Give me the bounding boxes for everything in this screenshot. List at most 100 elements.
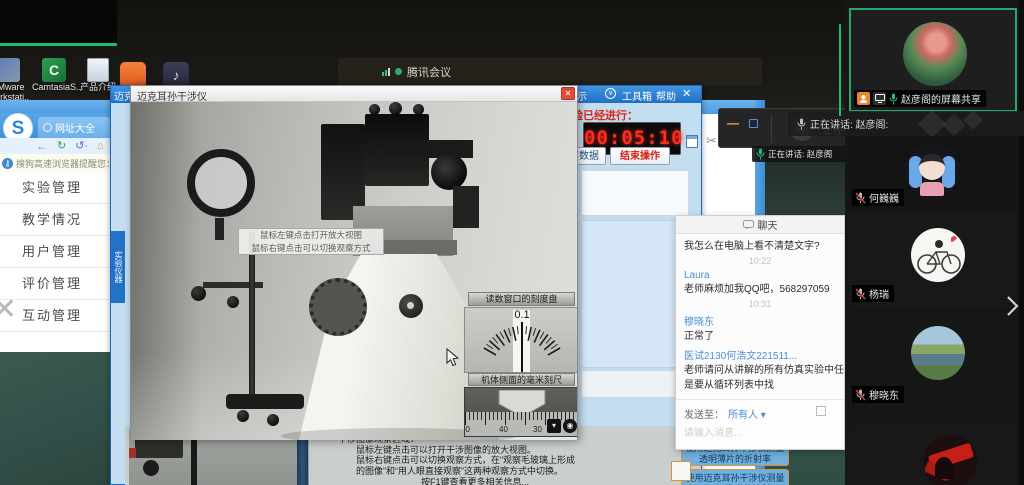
screen-share-border-fragment [0, 0, 117, 46]
orange-corner-box[interactable] [671, 461, 691, 481]
speaking-banner-text: 正在讲话: 赵彦阁: [810, 116, 888, 131]
desktop-icon-camtasia[interactable]: C CamtasiaS... [32, 58, 76, 92]
send-to-select[interactable]: 所有人 ▾ [728, 406, 766, 421]
chat-bubble-icon [743, 220, 754, 230]
send-to-value: 所有人 [728, 410, 758, 421]
avatar [911, 228, 965, 282]
popup-titlebar[interactable]: 迈克耳孙干涉仪 ✕ [131, 86, 577, 102]
ruler-panel: 机体侧面的毫米刻尺 50 40 30 ▾ ◉ [464, 373, 577, 437]
tension-knob[interactable] [399, 294, 423, 318]
chat-message: 老师请问从讲解的所有仿真实验中任何做一个 [684, 364, 836, 377]
participant-tile-4[interactable]: 穆晓东 [849, 312, 1017, 408]
presenter-icon [857, 92, 870, 105]
mirror-assembly[interactable] [365, 114, 429, 186]
refresh-icon[interactable]: ↻ [57, 139, 66, 153]
gauge-ticks [465, 308, 577, 373]
clamp-knob-1[interactable] [191, 286, 206, 301]
base-knob-1[interactable] [237, 410, 249, 422]
knob-dot [407, 302, 414, 309]
instruction-help-hint: 按F1键查看更多相关信息... [421, 475, 529, 485]
pill-speaking-text: 正在讲话: 赵彦阁 [768, 148, 832, 160]
page-x-glyph: ✕ [0, 292, 17, 327]
participant-tile-5[interactable] [849, 425, 1017, 485]
mic-muted-icon [855, 389, 866, 401]
desktop-icon-vmware[interactable]: VMware Workstati.. [0, 58, 30, 102]
share-border-edge [839, 24, 841, 116]
undo-icon[interactable]: ↺· [75, 139, 88, 153]
popup-close-button[interactable]: ✕ [561, 87, 575, 100]
instruction-text: 干涉图像观察区域： 鼠标左键点击可以打开干涉图像的放大视图。 鼠标右键点击可以切… [338, 434, 578, 476]
tooltip-line-2: 鼠标右键点击可以切换观察方式 [239, 242, 383, 255]
security-dot-icon [395, 68, 402, 75]
browser-notice-bar: ⚷ 搜狗高速浏览器提醒您：记住 [0, 154, 112, 172]
instrument-3d-scene[interactable]: ☝ 鼠标左键点击打开放大视图 鼠标右键点击可以切换观察方式 读数窗口的刻度盘 0… [131, 102, 577, 440]
tab-favicon [43, 123, 52, 132]
magnifier-ring[interactable] [187, 149, 255, 217]
browser-navbar: ← ↻ ↺· ⌂ [0, 138, 112, 154]
chat-header[interactable]: 聊天 [676, 216, 844, 234]
avatar-body [920, 182, 944, 196]
mic-muted-icon [855, 288, 866, 300]
participant-tile-2[interactable]: 何巍巍 [849, 138, 1017, 210]
end-operation-button[interactable]: 结束操作 [610, 147, 670, 165]
mic-muted-icon [855, 192, 866, 204]
participant-name: 穆晓东 [869, 387, 899, 402]
avatar-dark-figure [935, 457, 953, 479]
screenshare-icon [873, 92, 886, 105]
sidebar-scrollbar[interactable] [1019, 0, 1024, 485]
participant-name: 杨瑞 [869, 286, 889, 301]
restore-icon[interactable] [749, 119, 758, 128]
base-knob-2[interactable] [267, 414, 279, 426]
mini-tool-button-2[interactable]: ◉ [563, 419, 577, 433]
chat-timestamp: 10:22 [676, 256, 844, 266]
notebook-icon[interactable] [686, 135, 698, 148]
ruler-body: 50 40 30 ▾ ◉ [464, 387, 577, 437]
gear-center [334, 303, 342, 311]
ruler-label-40: 40 [499, 425, 508, 434]
chevron-right-icon[interactable] [1005, 294, 1020, 318]
mirror-disc[interactable] [431, 154, 467, 190]
gauge-panel: 读数窗口的刻度盘 0.1 [464, 292, 577, 373]
chat-input[interactable]: 请输入消息... [684, 424, 742, 439]
chat-message: 正常了 [684, 330, 836, 343]
instruction-line-2: 鼠标左键点击可以打开干涉图像的放大视图。 [338, 445, 578, 456]
mini-tool-button-1[interactable]: ▾ [547, 419, 561, 433]
mic-on-icon [889, 93, 898, 105]
chat-sender: 医试2130何浩文221511... [684, 347, 836, 362]
clamp-knob-2[interactable] [227, 296, 239, 308]
stand-rod [249, 232, 255, 397]
demo-side-tab[interactable]: 实验仪器 [111, 231, 125, 303]
dropdown-circle-icon[interactable]: ∨ [605, 88, 616, 99]
participant-tile-3[interactable]: 杨瑞 [849, 215, 1017, 307]
minimize-icon[interactable]: — [727, 117, 739, 129]
participant-tile-presenter[interactable]: 赵彦阁的屏幕共享 [849, 8, 1017, 112]
back-icon[interactable]: ← [36, 139, 48, 153]
notice-text: 搜狗高速浏览器提醒您：记住 [16, 157, 112, 170]
chat-sender: Laura [684, 270, 836, 281]
browser-tab[interactable]: 网址大全 [38, 117, 110, 138]
chat-messages[interactable]: 我怎么在电脑上看不清楚文字? 10:22 Laura 老师麻烦加我QQ吧，568… [676, 234, 844, 400]
mic-small-icon [797, 118, 806, 130]
menu-item-teaching-status[interactable]: 教学情况 [0, 204, 112, 236]
demo-close-button[interactable]: ✕ [682, 87, 691, 100]
demo-menu-help[interactable]: 帮助 [656, 88, 676, 103]
scissors-icon[interactable]: ✂ [706, 133, 717, 149]
chat-footer: 发送至： 所有人 ▾ 请输入消息... [676, 399, 844, 449]
signal-icon [382, 68, 390, 76]
adjustment-gear[interactable] [309, 278, 367, 336]
mini-speaking-pill: 正在讲话: 赵彦阁 [752, 146, 850, 162]
ruler-title: 机体侧面的毫米刻尺 [468, 373, 575, 386]
participants-sidebar: 赵彦阁的屏幕共享 何巍巍 [845, 0, 1024, 485]
demo-menu-toolbox[interactable]: 工具箱 [622, 88, 652, 103]
chat-popout-icon[interactable] [816, 406, 826, 416]
experiment-item-hene[interactable]: 使用迈克耳孙干涉仪测量He-Ne激光的波长 [681, 469, 789, 485]
mini-divider [771, 115, 772, 143]
tooltip-line-1: 鼠标左键点击打开放大视图 [239, 229, 383, 242]
watermark-blob [963, 111, 983, 130]
menu-item-experiment-mgmt[interactable]: 实验管理 [0, 172, 112, 204]
rear-block [453, 186, 479, 228]
meeting-topbar: 腾讯会议 [338, 58, 762, 85]
chat-timestamp: 10:31 [676, 299, 844, 309]
menu-item-user-mgmt[interactable]: 用户管理 [0, 236, 112, 268]
home-icon[interactable]: ⌂ [97, 139, 104, 153]
